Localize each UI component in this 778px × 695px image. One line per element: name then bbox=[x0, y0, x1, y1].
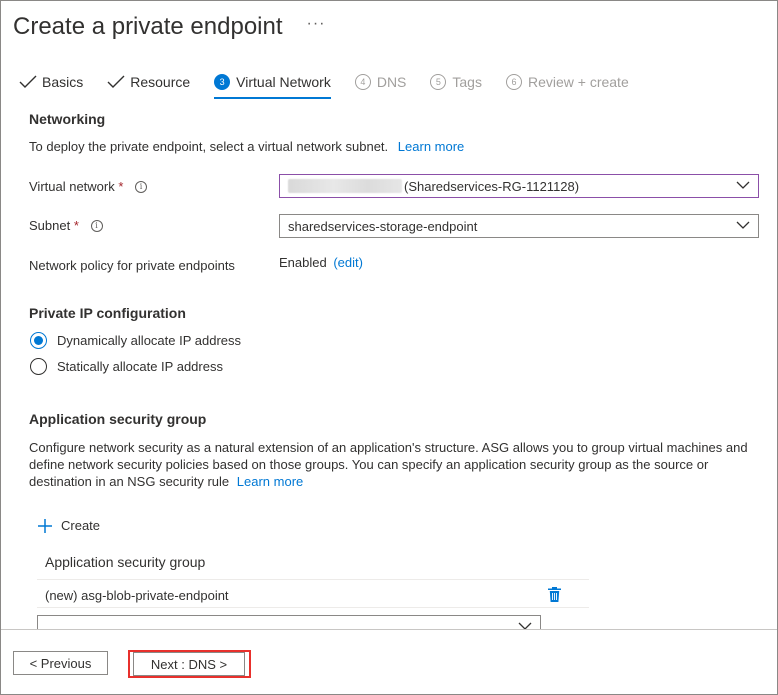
subnet-dropdown[interactable]: sharedservices-storage-endpoint bbox=[279, 214, 759, 238]
plus-icon bbox=[38, 518, 52, 533]
required-marker: * bbox=[118, 179, 124, 194]
tab-label: Tags bbox=[452, 74, 482, 90]
asg-section-title: Application security group bbox=[29, 411, 207, 427]
asg-column-header: Application security group bbox=[45, 554, 206, 570]
field-label: Subnet bbox=[29, 218, 71, 233]
asg-description-line-3: destination in an NSG security rule Lear… bbox=[29, 473, 759, 490]
trash-icon[interactable] bbox=[548, 587, 561, 602]
tab-dns[interactable]: 4 DNS bbox=[354, 67, 407, 97]
radio-dynamic-ip[interactable]: Dynamically allocate IP address bbox=[30, 332, 241, 349]
virtual-network-dropdown[interactable]: (Sharedservices-RG-1121128) bbox=[279, 174, 759, 198]
create-private-endpoint-panel: Create a private endpoint ··· Basics Res… bbox=[0, 0, 778, 695]
chevron-down-icon bbox=[736, 221, 750, 229]
radio-label: Statically allocate IP address bbox=[57, 359, 223, 374]
footer-bar: < Previous Next : DNS > bbox=[1, 629, 777, 694]
info-icon[interactable]: i bbox=[135, 180, 148, 193]
asg-row-value: (new) asg-blob-private-endpoint bbox=[45, 588, 229, 603]
network-policy-value-row: Enabled (edit) bbox=[279, 255, 363, 270]
checkmark-icon bbox=[19, 75, 37, 88]
networking-description: To deploy the private endpoint, select a… bbox=[29, 139, 464, 154]
asg-description: Configure network security as a natural … bbox=[29, 439, 759, 490]
tab-virtual-network[interactable]: 3 Virtual Network bbox=[214, 67, 331, 99]
asg-description-line: Configure network security as a natural … bbox=[29, 440, 748, 455]
tab-label: Basics bbox=[42, 74, 84, 90]
tab-label: Review + create bbox=[527, 74, 629, 90]
step-number-badge: 5 bbox=[430, 74, 447, 90]
edit-policy-link[interactable]: (edit) bbox=[333, 255, 363, 270]
divider bbox=[37, 607, 589, 608]
virtual-network-label: Virtual network * i bbox=[29, 179, 148, 194]
tab-tags[interactable]: 5 Tags bbox=[430, 67, 482, 97]
redacted-text bbox=[288, 179, 402, 193]
subnet-value: sharedservices-storage-endpoint bbox=[288, 218, 478, 234]
radio-label: Dynamically allocate IP address bbox=[57, 333, 242, 348]
step-number-badge: 4 bbox=[354, 74, 371, 90]
tab-basics[interactable]: Basics bbox=[19, 67, 83, 97]
tab-label: Resource bbox=[130, 74, 191, 90]
radio-static-ip[interactable]: Statically allocate IP address bbox=[30, 358, 223, 375]
tab-label: Virtual Network bbox=[236, 74, 331, 90]
radio-button[interactable] bbox=[30, 358, 47, 375]
field-label: Virtual network bbox=[29, 179, 115, 194]
more-options-button[interactable]: ··· bbox=[307, 15, 326, 33]
previous-button[interactable]: < Previous bbox=[13, 651, 108, 675]
next-dns-button[interactable]: Next : DNS > bbox=[133, 652, 245, 676]
page-title: Create a private endpoint bbox=[13, 13, 283, 40]
asg-description-line: define network security policies based o… bbox=[29, 457, 709, 472]
radio-button[interactable] bbox=[30, 332, 47, 349]
title-row: Create a private endpoint ··· bbox=[13, 13, 326, 41]
learn-more-link[interactable]: Learn more bbox=[237, 474, 303, 489]
step-number-badge: 6 bbox=[505, 74, 522, 90]
virtual-network-value: (Sharedservices-RG-1121128) bbox=[404, 178, 580, 194]
chevron-down-icon bbox=[736, 181, 750, 189]
network-policy-value: Enabled bbox=[279, 255, 327, 270]
info-icon[interactable]: i bbox=[90, 219, 103, 232]
checkmark-icon bbox=[107, 75, 125, 88]
network-policy-label: Network policy for private endpoints bbox=[29, 258, 235, 273]
wizard-tabs: Basics Resource 3 Virtual Network 4 DNS … bbox=[19, 67, 653, 99]
asg-description-text: destination in an NSG security rule bbox=[29, 474, 230, 489]
required-marker: * bbox=[73, 218, 79, 233]
tab-label: DNS bbox=[376, 74, 407, 90]
tab-resource[interactable]: Resource bbox=[107, 67, 190, 97]
networking-section-title: Networking bbox=[29, 111, 106, 127]
networking-description-text: To deploy the private endpoint, select a… bbox=[29, 139, 389, 154]
tab-review-create[interactable]: 6 Review + create bbox=[505, 67, 629, 97]
divider bbox=[37, 579, 589, 580]
step-number-badge: 3 bbox=[214, 74, 231, 90]
create-asg-button[interactable]: Create bbox=[38, 518, 100, 533]
create-label: Create bbox=[61, 518, 101, 533]
learn-more-link[interactable]: Learn more bbox=[398, 139, 464, 154]
subnet-label: Subnet * i bbox=[29, 218, 103, 233]
private-ip-section-title: Private IP configuration bbox=[29, 305, 186, 321]
